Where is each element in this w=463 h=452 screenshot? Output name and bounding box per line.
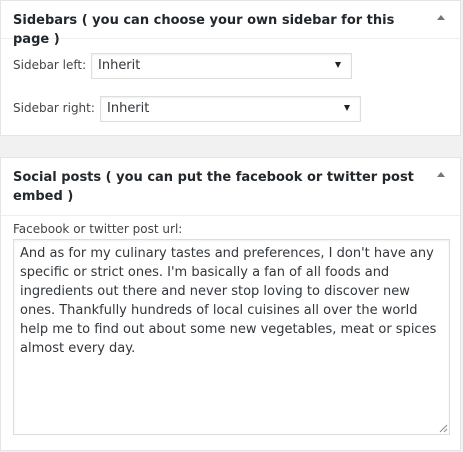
sidebars-metabox: Sidebars ( you can choose your own sideb… — [0, 0, 461, 136]
sidebar-right-select[interactable]: Inherit — [100, 96, 361, 122]
sidebar-left-select[interactable]: Inherit — [91, 53, 352, 79]
resize-grip-icon[interactable] — [439, 424, 448, 433]
sidebar-right-value: Inherit — [107, 101, 150, 116]
chevron-down-icon — [335, 62, 341, 68]
post-url-value: And as for my culinary tastes and prefer… — [20, 246, 437, 356]
metabox-header[interactable]: Sidebars ( you can choose your own sideb… — [1, 1, 460, 47]
sidebar-right-label: Sidebar right: — [13, 101, 95, 115]
post-url-label: Facebook or twitter post url: — [13, 222, 183, 236]
sidebar-left-value: Inherit — [98, 58, 141, 73]
social-posts-metabox: Social posts ( you can put the facebook … — [0, 157, 461, 451]
post-url-textarea[interactable]: And as for my culinary tastes and prefer… — [13, 239, 450, 435]
triangle-up-icon[interactable] — [436, 169, 446, 179]
metabox-header[interactable]: Social posts ( you can put the facebook … — [1, 158, 460, 216]
metabox-title: Sidebars ( you can choose your own sideb… — [13, 13, 395, 47]
triangle-up-icon[interactable] — [436, 12, 446, 22]
metabox-title: Social posts ( you can put the facebook … — [13, 170, 414, 204]
chevron-down-icon — [344, 105, 350, 111]
sidebar-left-label: Sidebar left: — [13, 58, 87, 72]
